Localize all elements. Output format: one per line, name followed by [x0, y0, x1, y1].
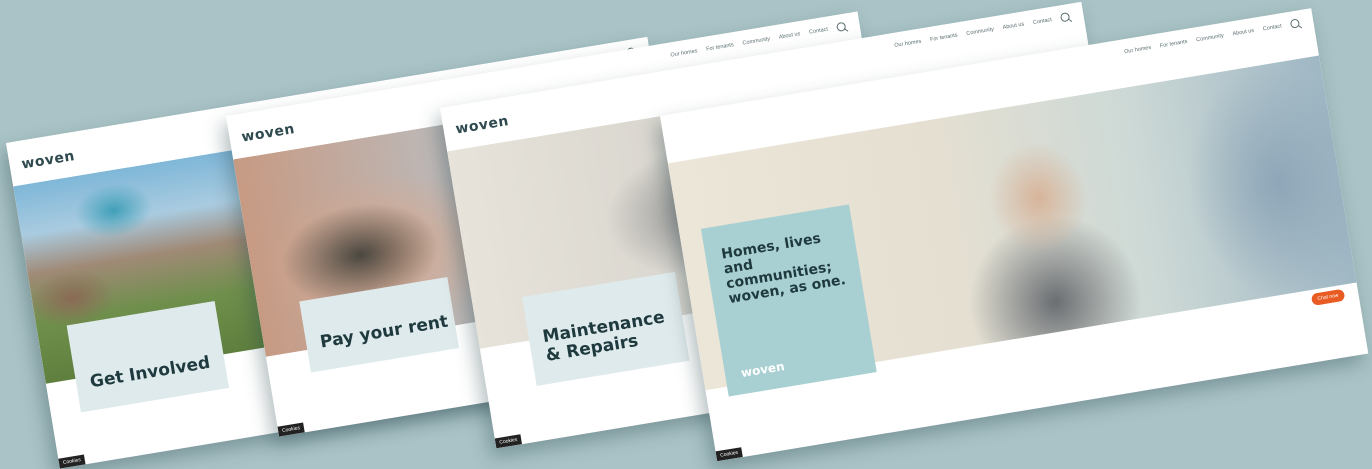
hero-title: Maintenance & Repairs: [541, 307, 667, 366]
search-icon[interactable]: [1059, 12, 1071, 23]
nav-contact[interactable]: Contact: [1033, 16, 1053, 25]
hero-title: Pay your rent: [318, 311, 450, 353]
hero-title: Get Involved: [88, 352, 212, 393]
search-icon[interactable]: [1289, 18, 1301, 29]
cookies-button[interactable]: Cookies: [715, 447, 743, 462]
search-icon[interactable]: [836, 21, 847, 32]
cookies-button[interactable]: Cookies: [277, 422, 305, 437]
nav-contact[interactable]: Contact: [809, 26, 829, 35]
cookies-button[interactable]: Cookies: [494, 434, 523, 449]
cookies-button[interactable]: Cookies: [58, 454, 86, 469]
chat-button[interactable]: Chat now: [1310, 288, 1346, 306]
hero-title: Homes, lives and communities; woven, as …: [720, 230, 847, 308]
woven-logo-card: woven: [739, 359, 786, 381]
hero-card: Homes, lives and communities; woven, as …: [700, 204, 877, 397]
nav-contact[interactable]: Contact: [1262, 23, 1282, 32]
